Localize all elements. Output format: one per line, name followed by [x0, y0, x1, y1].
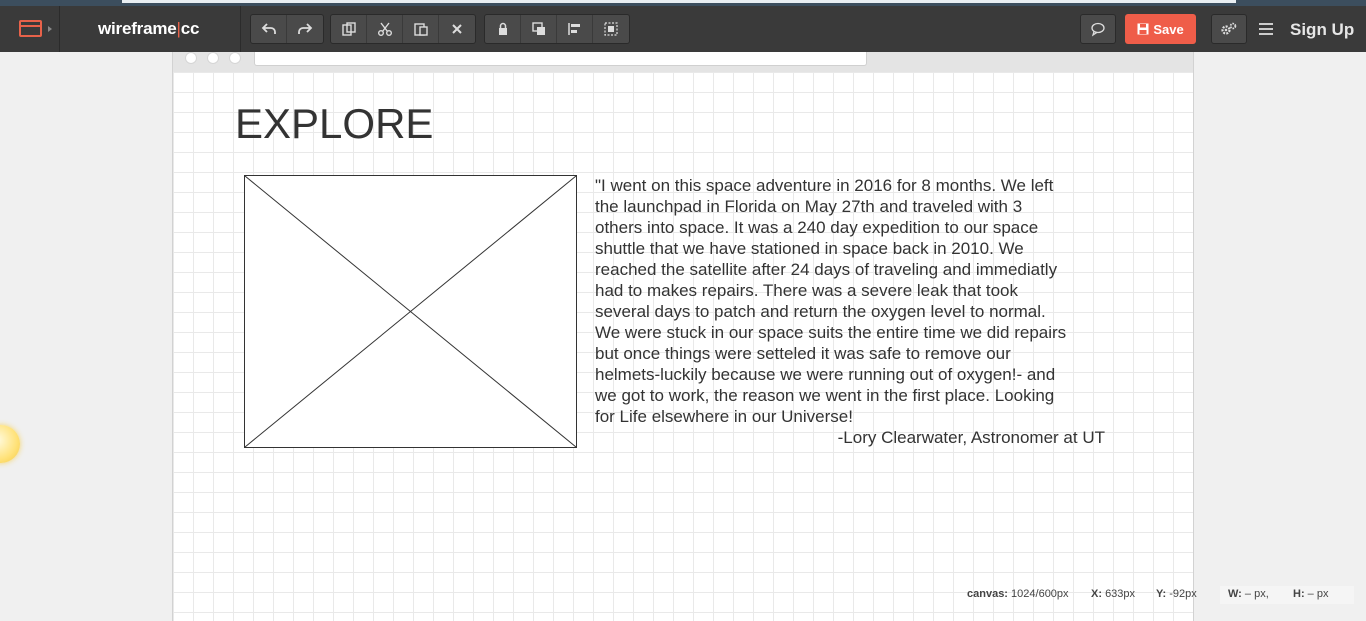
- quote-line: had to makes repairs. There was a severe…: [595, 281, 1019, 300]
- quote-text-block[interactable]: "I went on this space adventure in 2016 …: [595, 175, 1110, 448]
- main-toolbar: wireframe|cc Save Sign Up: [0, 6, 1366, 52]
- edit-group: [330, 14, 476, 44]
- window-dot-close: [185, 52, 197, 64]
- quote-line: "I went on this space adventure in 2016 …: [595, 176, 1054, 195]
- align-icon: [567, 23, 580, 35]
- quote-line: several days to patch and return the oxy…: [595, 302, 1046, 321]
- toolbar-divider: [240, 6, 241, 52]
- comment-button[interactable]: [1080, 14, 1116, 44]
- paste-icon: [413, 23, 428, 36]
- settings-button[interactable]: [1211, 14, 1247, 44]
- arrange-group: [484, 14, 630, 44]
- quote-line: reached the satellite after 24 days of t…: [595, 260, 1058, 279]
- browser-tab-strip: [122, 0, 1236, 3]
- group-icon: [604, 22, 618, 36]
- quote-line: shuttle that we have stationed in space …: [595, 239, 1024, 258]
- status-bar: canvas: 1024/600px X: 633px Y: -92px W: …: [958, 586, 1358, 604]
- image-placeholder[interactable]: [244, 175, 577, 448]
- quote-line: the launchpad in Florida on May 27th and…: [595, 197, 1023, 216]
- status-w: W: – px,: [1228, 588, 1269, 600]
- caret-right-icon: [48, 26, 52, 32]
- app-menu-button[interactable]: [0, 6, 60, 52]
- sun-decoration: [0, 425, 20, 463]
- quote-line: helmets-luckily because we were running …: [595, 365, 1056, 384]
- lock-icon: [498, 22, 507, 35]
- lock-button[interactable]: [485, 15, 521, 43]
- browser-mockup-chrome: [172, 52, 1194, 72]
- quote-author: -Lory Clearwater, Astronomer at UT: [837, 428, 1105, 447]
- status-x: X: 633px: [1091, 588, 1136, 600]
- bring-front-icon: [531, 22, 545, 35]
- floppy-icon: [1137, 23, 1149, 35]
- save-button[interactable]: Save: [1125, 14, 1196, 44]
- mockup-url-bar[interactable]: [254, 52, 867, 66]
- quote-line: but once things were setteled it was saf…: [595, 344, 1011, 363]
- delete-icon: [452, 24, 462, 34]
- copy-button[interactable]: [331, 15, 367, 43]
- page-heading[interactable]: EXPLORE: [235, 100, 433, 148]
- group-button[interactable]: [593, 15, 629, 43]
- redo-icon: [298, 23, 313, 34]
- align-button[interactable]: [557, 15, 593, 43]
- paste-button[interactable]: [403, 15, 439, 43]
- history-group: [250, 14, 324, 44]
- comment-icon: [1091, 22, 1105, 37]
- undo-icon: [261, 23, 276, 34]
- save-label: Save: [1153, 21, 1184, 37]
- window-icon: [19, 20, 42, 37]
- window-dot-maximize: [229, 52, 241, 64]
- status-canvas: canvas: 1024/600px: [967, 588, 1069, 600]
- window-dot-minimize: [207, 52, 219, 64]
- bring-to-front-button[interactable]: [521, 15, 557, 43]
- status-y: Y: -92px: [1156, 588, 1197, 600]
- quote-line: we got to work, the reason we went in th…: [595, 386, 1055, 405]
- cut-icon: [377, 22, 392, 36]
- status-h: H: – px: [1293, 588, 1329, 600]
- image-placeholder-cross: [245, 176, 576, 447]
- hamburger-icon[interactable]: [1259, 23, 1273, 35]
- quote-line: others into space. It was a 240 day expe…: [595, 218, 1039, 237]
- cut-button[interactable]: [367, 15, 403, 43]
- gears-icon: [1221, 22, 1237, 35]
- delete-button[interactable]: [439, 15, 475, 43]
- copy-icon: [341, 22, 356, 36]
- brand-logo: wireframe|cc: [98, 19, 199, 39]
- undo-button[interactable]: [251, 15, 287, 43]
- brand-suffix: cc: [180, 19, 200, 38]
- quote-line: for Life elsewhere in our Universe!: [595, 407, 853, 426]
- signup-link[interactable]: Sign Up: [1290, 20, 1354, 40]
- quote-line: We were stuck in our space suits the ent…: [595, 323, 1067, 342]
- brand-main: wireframe: [98, 19, 177, 38]
- redo-button[interactable]: [287, 15, 323, 43]
